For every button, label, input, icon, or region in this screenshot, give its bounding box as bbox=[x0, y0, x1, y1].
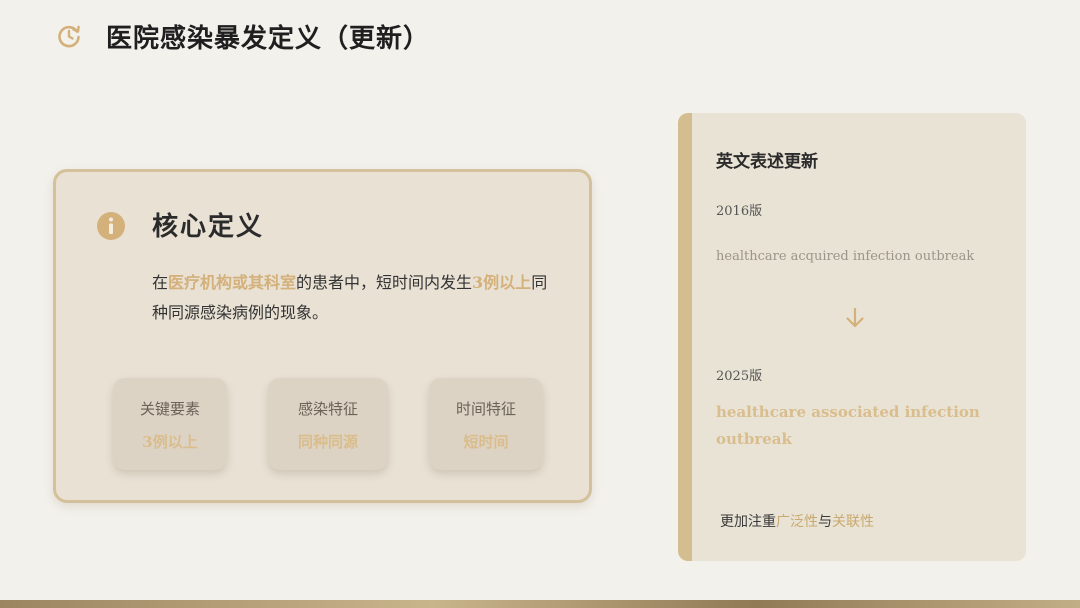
key-element-box: 关键要素 3例以上 bbox=[113, 378, 227, 470]
infection-feature-label: 感染特征 bbox=[297, 400, 358, 418]
desc-prefix: 在 bbox=[152, 273, 169, 292]
key-element-label: 关键要素 bbox=[139, 400, 200, 418]
emphasis-middle: 与 bbox=[818, 514, 832, 530]
emphasis-text: 更加注重广泛性与关联性 bbox=[720, 511, 874, 531]
emphasis-highlight-relevance: 关联性 bbox=[832, 514, 874, 530]
arrow-down-icon bbox=[846, 307, 864, 328]
emphasis-prefix: 更加注重 bbox=[720, 514, 776, 530]
time-feature-value: 短时间 bbox=[463, 433, 509, 451]
old-term-text: healthcare acquired infection outbreak bbox=[716, 249, 975, 264]
desc-highlight-institution: 医疗机构或其科室 bbox=[168, 273, 297, 292]
page-title: 医院感染暴发定义（更新） bbox=[106, 24, 431, 54]
time-feature-box: 时间特征 短时间 bbox=[429, 378, 543, 470]
new-term-text: healthcare associated infection outbreak bbox=[716, 403, 980, 448]
english-term-title: 英文表述更新 bbox=[716, 152, 818, 172]
core-definition-card: 核心定义 在医疗机构或其科室的患者中，短时间内发生3例以上同种同源感染病例的现象… bbox=[53, 169, 592, 503]
clock-refresh-icon bbox=[58, 25, 80, 48]
new-version-label: 2025版 bbox=[716, 369, 763, 384]
old-version-label: 2016版 bbox=[716, 204, 763, 219]
emphasis-highlight-breadth: 广泛性 bbox=[776, 514, 818, 530]
core-definition-title: 核心定义 bbox=[152, 212, 265, 242]
bottom-decorative-bar bbox=[0, 600, 1080, 608]
infection-feature-box: 感染特征 同种同源 bbox=[268, 378, 388, 470]
time-feature-label: 时间特征 bbox=[455, 400, 516, 418]
core-definition-text: 在医疗机构或其科室的患者中，短时间内发生3例以上同种同源感染病例的现象。 bbox=[152, 268, 562, 328]
desc-middle: 的患者中，短时间内发生 bbox=[296, 273, 473, 292]
infection-feature-value: 同种同源 bbox=[297, 433, 358, 451]
english-term-card: 英文表述更新 2016版 healthcare acquired infecti… bbox=[678, 113, 1026, 561]
desc-highlight-count: 3例以上 bbox=[472, 273, 532, 292]
key-element-value: 3例以上 bbox=[142, 433, 198, 451]
info-icon bbox=[97, 212, 125, 240]
